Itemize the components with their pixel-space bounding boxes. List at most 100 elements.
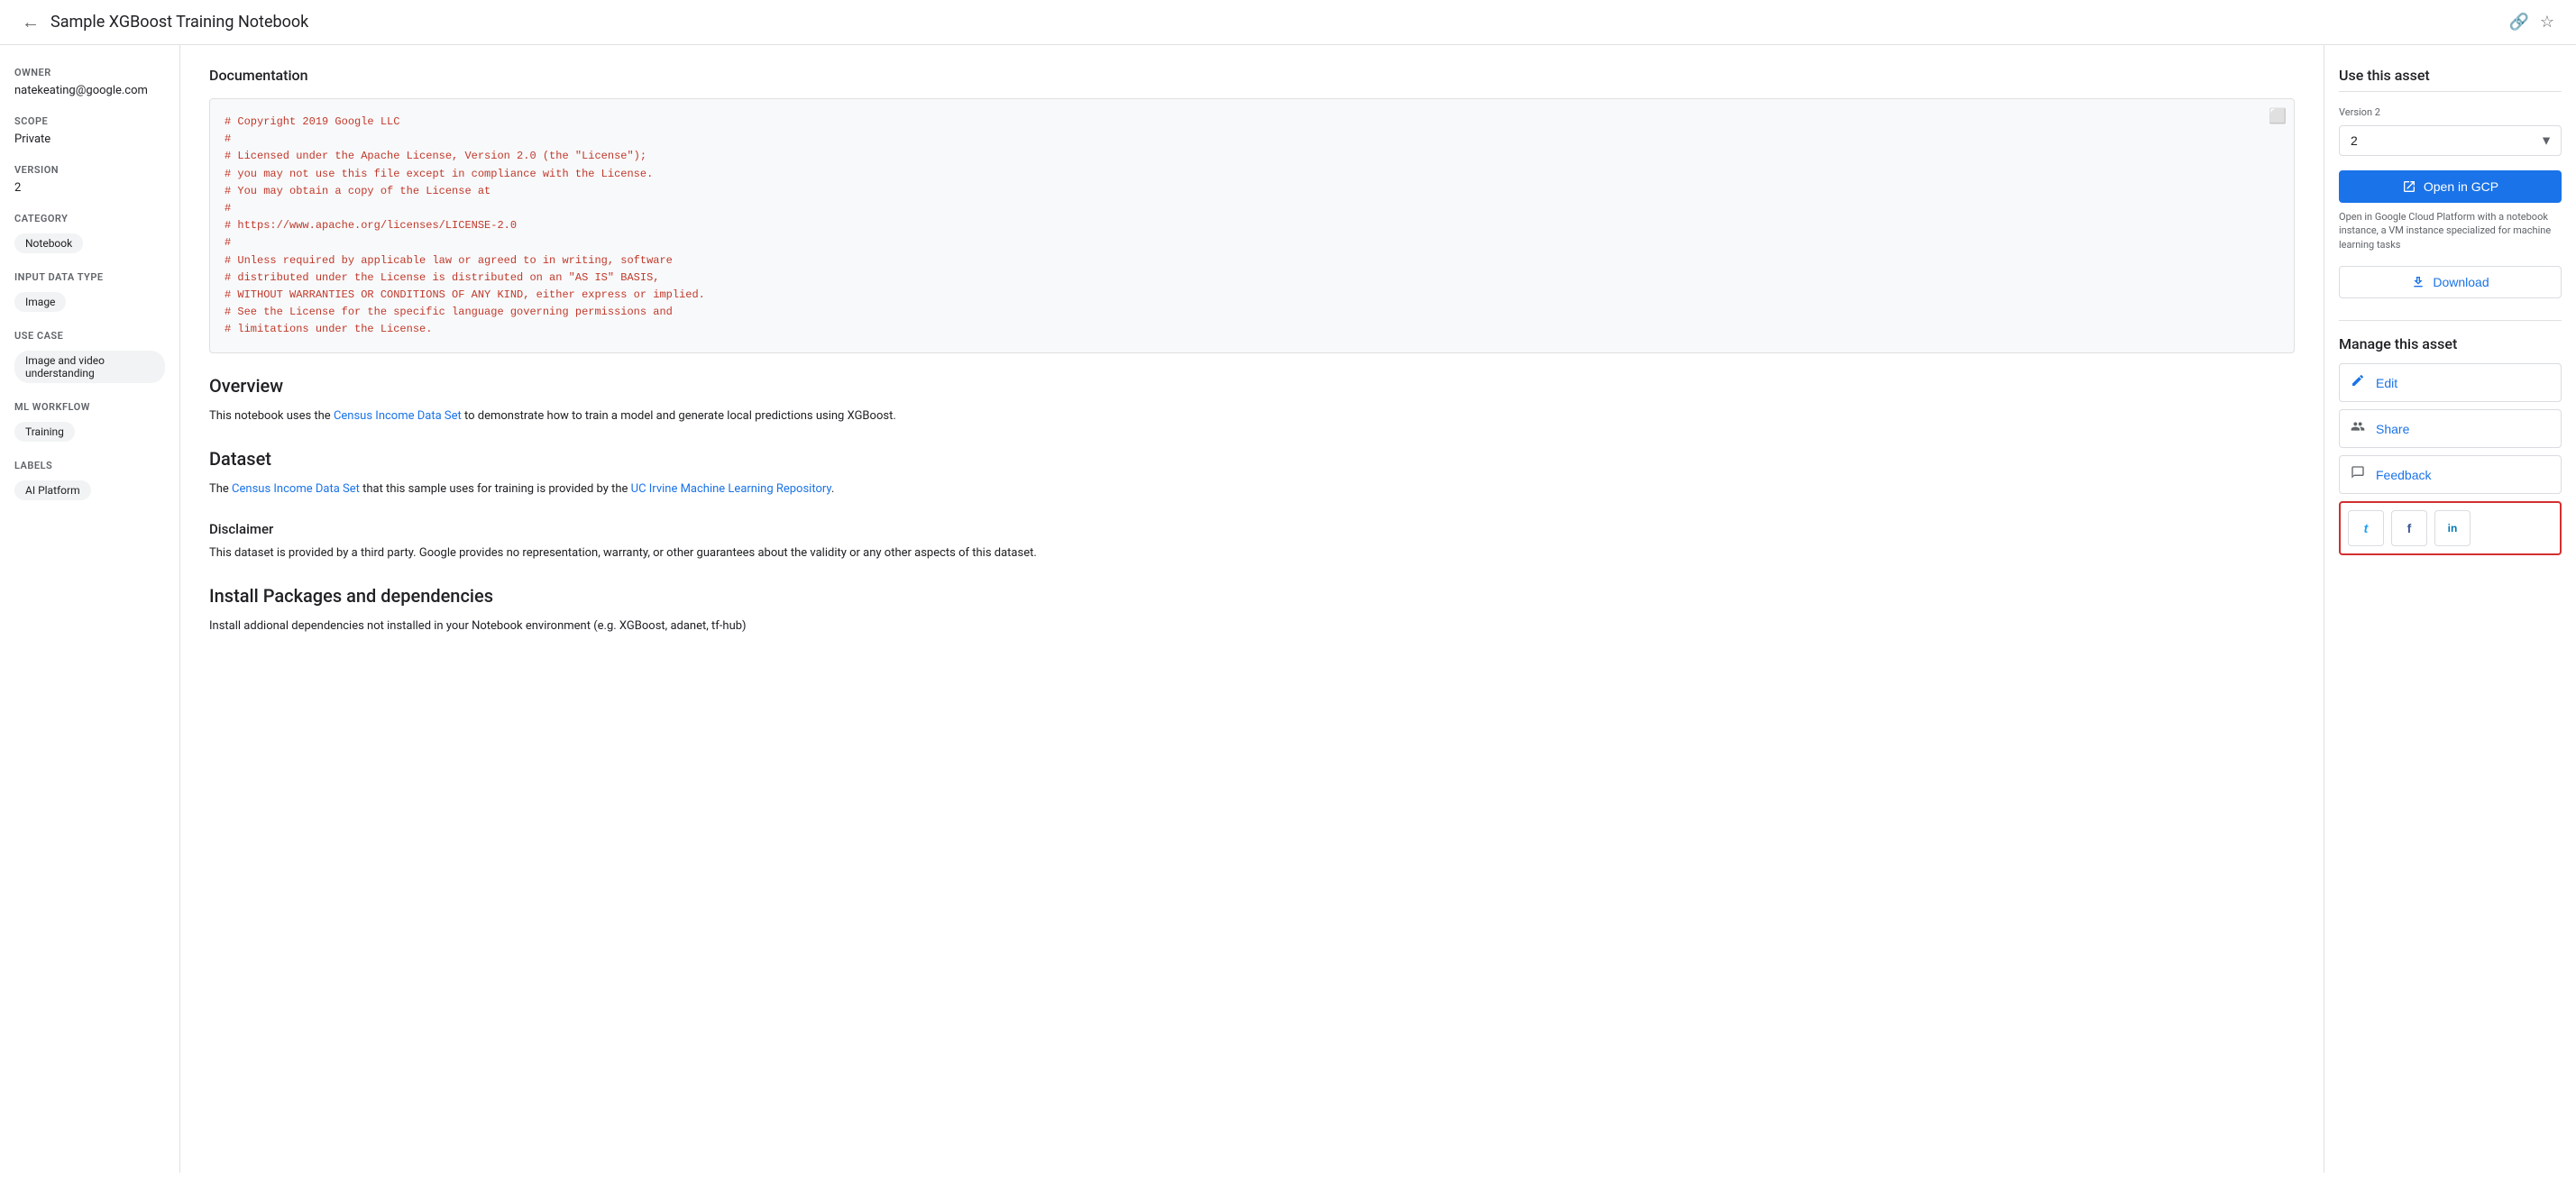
back-button[interactable]: ← — [22, 11, 40, 33]
share-label: Share — [2376, 422, 2409, 436]
linkedin-button[interactable]: in — [2434, 510, 2471, 546]
disclaimer-heading: Disclaimer — [209, 521, 2295, 537]
dataset-text-middle: that this sample uses for training is pr… — [360, 482, 631, 496]
version-value: 2 — [14, 181, 165, 195]
disclaimer-section: Disclaimer This dataset is provided by a… — [209, 521, 2295, 563]
census-income-link-dataset[interactable]: Census Income Data Set — [232, 482, 360, 496]
feedback-icon — [2351, 465, 2365, 484]
census-income-link-overview[interactable]: Census Income Data Set — [334, 409, 462, 423]
code-line: # — [225, 234, 2279, 251]
dataset-text-after: . — [831, 482, 834, 496]
disclaimer-text: This dataset is provided by a third part… — [209, 544, 2295, 563]
overview-text: This notebook uses the Census Income Dat… — [209, 407, 2295, 426]
dataset-heading: Dataset — [209, 448, 2295, 470]
scope-value: Private — [14, 133, 165, 146]
open-gcp-button[interactable]: Open in GCP — [2339, 170, 2562, 203]
main-content: Documentation ⬜ # Copyright 2019 Google … — [180, 45, 2324, 1173]
sidebar-ml-workflow-section: ml workflow Training — [14, 401, 165, 442]
dataset-text-before: The — [209, 482, 232, 496]
owner-label: Owner — [14, 67, 165, 78]
sidebar-labels-section: Labels AI Platform — [14, 460, 165, 500]
code-line: # See the License for the specific langu… — [225, 304, 2279, 321]
code-line: # limitations under the License. — [225, 321, 2279, 338]
code-line: # You may obtain a copy of the License a… — [225, 183, 2279, 200]
feedback-label: Feedback — [2376, 468, 2431, 482]
overview-text-after: to demonstrate how to train a model and … — [462, 409, 896, 423]
gcp-description: Open in Google Cloud Platform with a not… — [2339, 210, 2562, 251]
code-line: # Licensed under the Apache License, Ver… — [225, 148, 2279, 165]
overview-section: Overview This notebook uses the Census I… — [209, 375, 2295, 426]
use-asset-title: Use this asset — [2339, 67, 2562, 84]
page-title: Sample XGBoost Training Notebook — [50, 13, 2498, 32]
copy-icon[interactable]: ⬜ — [2269, 106, 2287, 130]
edit-icon — [2351, 373, 2365, 392]
owner-value: natekeating@google.com — [14, 84, 165, 97]
dataset-text: The Census Income Data Set that this sam… — [209, 480, 2295, 499]
share-button[interactable]: Share — [2339, 409, 2562, 448]
header: ← Sample XGBoost Training Notebook 🔗 ☆ — [0, 0, 2576, 45]
use-case-label: Use case — [14, 330, 165, 342]
use-case-tag: Image and video understanding — [14, 351, 165, 383]
open-gcp-label: Open in GCP — [2424, 179, 2498, 194]
sidebar-scope-section: Scope Private — [14, 115, 165, 146]
code-content: # Copyright 2019 Google LLC## Licensed u… — [225, 114, 2279, 338]
divider-1 — [2339, 91, 2562, 92]
download-icon — [2411, 275, 2425, 289]
sidebar: Owner natekeating@google.com Scope Priva… — [0, 45, 180, 1173]
sidebar-use-case-section: Use case Image and video understanding — [14, 330, 165, 383]
install-heading: Install Packages and dependencies — [209, 585, 2295, 607]
version-label: Version — [14, 164, 165, 176]
version-label-right: Version 2 — [2339, 106, 2562, 118]
uc-irvine-link[interactable]: UC Irvine Machine Learning Repository — [631, 482, 831, 496]
code-line: # https://www.apache.org/licenses/LICENS… — [225, 217, 2279, 234]
overview-heading: Overview — [209, 375, 2295, 397]
social-share-container: t f in — [2339, 501, 2562, 555]
code-block: ⬜ # Copyright 2019 Google LLC## Licensed… — [209, 98, 2295, 353]
feedback-button[interactable]: Feedback — [2339, 455, 2562, 494]
ml-workflow-tag: Training — [14, 422, 75, 442]
manage-title: Manage this asset — [2339, 335, 2562, 352]
code-line: # Copyright 2019 Google LLC — [225, 114, 2279, 131]
input-data-label: Input data type — [14, 271, 165, 283]
code-line: # Unless required by applicable law or a… — [225, 252, 2279, 270]
share-icon — [2351, 419, 2365, 438]
sidebar-category-section: Category Notebook — [14, 213, 165, 253]
code-line: # WITHOUT WARRANTIES OR CONDITIONS OF AN… — [225, 287, 2279, 304]
code-line: # — [225, 131, 2279, 148]
external-link-icon — [2402, 179, 2416, 194]
download-button[interactable]: Download — [2339, 266, 2562, 298]
edit-label: Edit — [2376, 376, 2397, 390]
link-icon[interactable]: 🔗 — [2508, 13, 2528, 32]
download-label: Download — [2433, 275, 2489, 289]
input-data-tag: Image — [14, 292, 66, 312]
divider-2 — [2339, 320, 2562, 321]
labels-tag: AI Platform — [14, 480, 91, 500]
code-line: # distributed under the License is distr… — [225, 270, 2279, 287]
main-layout: Owner natekeating@google.com Scope Priva… — [0, 45, 2576, 1173]
doc-title: Documentation — [209, 67, 2295, 84]
edit-button[interactable]: Edit — [2339, 363, 2562, 402]
twitter-button[interactable]: t — [2348, 510, 2384, 546]
overview-text-before: This notebook uses the — [209, 409, 334, 423]
version-select-wrapper: 2 1 ▼ — [2339, 125, 2562, 156]
sidebar-owner-section: Owner natekeating@google.com — [14, 67, 165, 97]
code-line: # you may not use this file except in co… — [225, 166, 2279, 183]
category-tag: Notebook — [14, 233, 83, 253]
facebook-button[interactable]: f — [2391, 510, 2427, 546]
linkedin-icon: in — [2448, 522, 2458, 535]
install-section: Install Packages and dependencies Instal… — [209, 585, 2295, 636]
ml-workflow-label: ml workflow — [14, 401, 165, 413]
sidebar-version-section: Version 2 — [14, 164, 165, 195]
code-line: # — [225, 200, 2279, 217]
twitter-icon: t — [2364, 521, 2369, 535]
install-text: Install addional dependencies not instal… — [209, 617, 2295, 636]
star-icon[interactable]: ☆ — [2540, 13, 2554, 32]
labels-label: Labels — [14, 460, 165, 471]
category-label: Category — [14, 213, 165, 224]
facebook-icon: f — [2407, 521, 2412, 535]
sidebar-input-data-section: Input data type Image — [14, 271, 165, 312]
dataset-section: Dataset The Census Income Data Set that … — [209, 448, 2295, 499]
version-select[interactable]: 2 1 — [2339, 125, 2562, 156]
scope-label: Scope — [14, 115, 165, 127]
right-panel: Use this asset Version 2 2 1 ▼ Open in G… — [2324, 45, 2576, 1173]
